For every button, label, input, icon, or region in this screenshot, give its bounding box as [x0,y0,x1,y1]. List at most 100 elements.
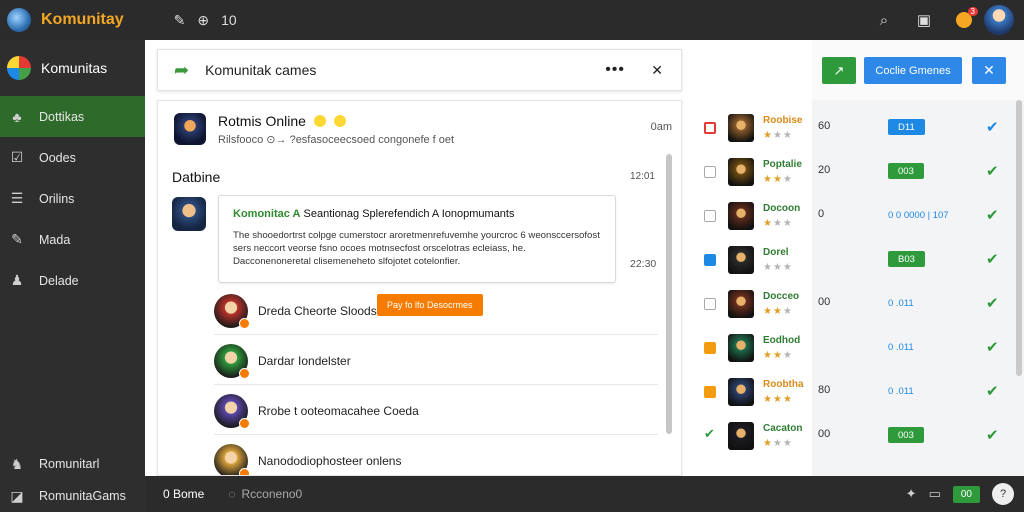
post[interactable]: Rotmis Online Rilsfooco ⊙→ ?esfasoceecso… [172,113,672,153]
note-title: Komonitac A Seantionag Splerefendich A I… [233,208,601,220]
message-panel: Rotmis Online Rilsfooco ⊙→ ?esfasoceecso… [157,100,682,476]
game-row[interactable]: Dorel ★★★ B03 ✔ [690,238,1024,282]
game-row[interactable]: Roobise ★★★ 60 D11 ✔ [690,106,1024,150]
status-badge: 003 [888,163,924,179]
game-name: Dorel [763,247,789,258]
right-scrollbar[interactable] [1016,100,1022,376]
wrench-icon[interactable]: ✎ [174,12,186,29]
check-icon[interactable]: ✔ [986,118,999,136]
bottom-bar: 0 Bome ◌ Rcconeno0 ✦ ▭ 00 ? [145,476,1024,512]
row-avatar [214,294,250,329]
community-icon: ♞ [10,455,24,472]
row-action-button[interactable]: Pay fo lfo Desocrmes [377,294,483,316]
row-checkbox[interactable] [704,166,716,178]
game-thumbnail [728,158,754,186]
note-title-rest: Seantionag Splerefendich A Ionopmumants [303,208,515,220]
sidebar-item-0[interactable]: ♣ Dottikas [0,96,145,137]
chat-row[interactable]: Dardar Iondelster 10:03 [214,335,658,385]
user-avatar[interactable] [984,5,1014,35]
check-icon[interactable]: ✔ [986,338,999,356]
status-badge: 0 .011 [888,385,914,397]
sidebar-item-3[interactable]: ✎ Mada [0,219,145,260]
row-checkbox[interactable] [704,254,716,266]
camera-icon[interactable]: ▭ [929,486,941,502]
check-icon[interactable]: ✔ [986,382,999,400]
more-icon[interactable]: ••• [605,61,625,79]
sidebar-bottom-item-1[interactable]: ◪ RomunitaGams [0,480,145,512]
status-dot-icon [239,418,250,429]
check-icon[interactable]: ✔ [986,162,999,180]
sidebar-item-1[interactable]: ☑ Oodes [0,137,145,178]
rating-stars: ★★★ [763,218,793,229]
post-title: Rotmis Online [218,113,346,129]
row-checkbox[interactable] [704,298,716,310]
game-icon: ◪ [10,487,24,504]
close-button[interactable]: ✕ [972,57,1006,84]
bell-icon: 3 [956,7,978,28]
window-icon[interactable]: ▣ [904,0,944,40]
search-icon[interactable]: ⌕ [864,0,904,40]
pin-icon[interactable]: ✕ [651,62,663,79]
game-thumbnail [728,202,754,230]
primary-action-button[interactable]: Coclie Gmenes [864,57,962,84]
notification-button[interactable]: 3 [944,0,984,40]
check-icon[interactable]: ✔ [986,250,999,268]
game-row[interactable]: Docoon ★★★ 0 0 0 0000 | 107 ✔ [690,194,1024,238]
counter-icon: ⊕ [197,11,210,28]
row-checkbox[interactable] [704,210,716,222]
chat-row[interactable]: Dreda Cheorte Sloods Pay fo lfo Desocrme… [214,285,658,335]
chat-row[interactable]: Nanododiophosteer onlens 12:30 [214,435,658,475]
game-row[interactable]: Docceo ★★★ 00 0 .011 ✔ [690,282,1024,326]
game-name: Roobise [763,115,803,126]
post-title-text: Rotmis Online [218,113,306,129]
check-icon[interactable]: ✔ [704,426,716,441]
sidebar-header[interactable]: Komunitas [0,40,145,96]
top-tool-label: 10 [221,12,237,28]
game-row[interactable]: ✔ Cacaton ★★★ 00 003 ✔ [690,414,1024,458]
checkbox-icon: ☑ [10,149,24,165]
row-checkbox[interactable] [704,122,716,134]
game-thumbnail [728,334,754,362]
share-icon[interactable]: ➦ [174,60,189,81]
sidebar-item-4[interactable]: ♟ Delade [0,260,145,301]
rating-stars: ★★★ [763,394,793,405]
help-icon[interactable]: ? [992,483,1014,505]
game-row[interactable]: Poptalie ★★★ 20 003 ✔ [690,150,1024,194]
notification-badge: 3 [967,7,978,16]
top-bar: Komunitay ✎ ⊕ 10 ⌕ ▣ 3 [0,0,1024,40]
online-count-badge[interactable]: 00 [952,485,980,503]
row-name: Nanododiophosteer onlens [258,454,402,468]
home-label[interactable]: 0 Bome [163,487,204,501]
game-row[interactable]: Roobtha ★★★ 80 0 .011 ✔ [690,370,1024,414]
note-body: The shooedortrst colpge cumerstocr arore… [233,230,600,267]
note-time: 22:30 [630,258,657,270]
chat-row[interactable]: Rrobe t ooteomacahee Coeda 12:05 [214,385,658,435]
app-logo [7,8,31,32]
row-checkbox[interactable] [704,386,716,398]
sidebar-header-label: Komunitas [41,60,108,76]
post-time: 0am [650,121,672,133]
check-icon[interactable]: ✔ [986,426,999,444]
section-title: Datbine [172,169,221,185]
trend-button[interactable]: ↗ [822,57,856,84]
game-row[interactable]: Eodhod ★★★ 0 .011 ✔ [690,326,1024,370]
sidebar-bottom-item-0[interactable]: ♞ Romunitarl [0,448,145,480]
note-message[interactable]: Komonitac A Seantionag Splerefendich A I… [218,195,616,283]
app-title: Komunitay [41,11,124,28]
status-badge: D11 [888,119,925,135]
sidebar-item-label: Orilins [39,191,75,206]
game-thumbnail [728,114,754,142]
check-icon[interactable]: ✔ [986,294,999,312]
game-count: 20 [818,164,831,176]
settings-icon[interactable]: ✦ [906,486,917,502]
game-count: 60 [818,120,831,132]
message-scrollbar[interactable] [666,154,672,434]
game-count: 80 [818,384,831,396]
game-name: Docceo [763,291,800,302]
sidebar: Komunitas ♣ Dottikas ☑ Oodes ☰ Orilins ✎ Ma… [0,40,145,512]
post-subtitle: Rilsfooco ⊙→ ?esfasoceecsoed congonefe f… [218,134,455,146]
row-checkbox[interactable] [704,342,716,354]
sidebar-item-2[interactable]: ☰ Orilins [0,178,145,219]
check-icon[interactable]: ✔ [986,206,999,224]
status-badge: 003 [888,427,924,443]
